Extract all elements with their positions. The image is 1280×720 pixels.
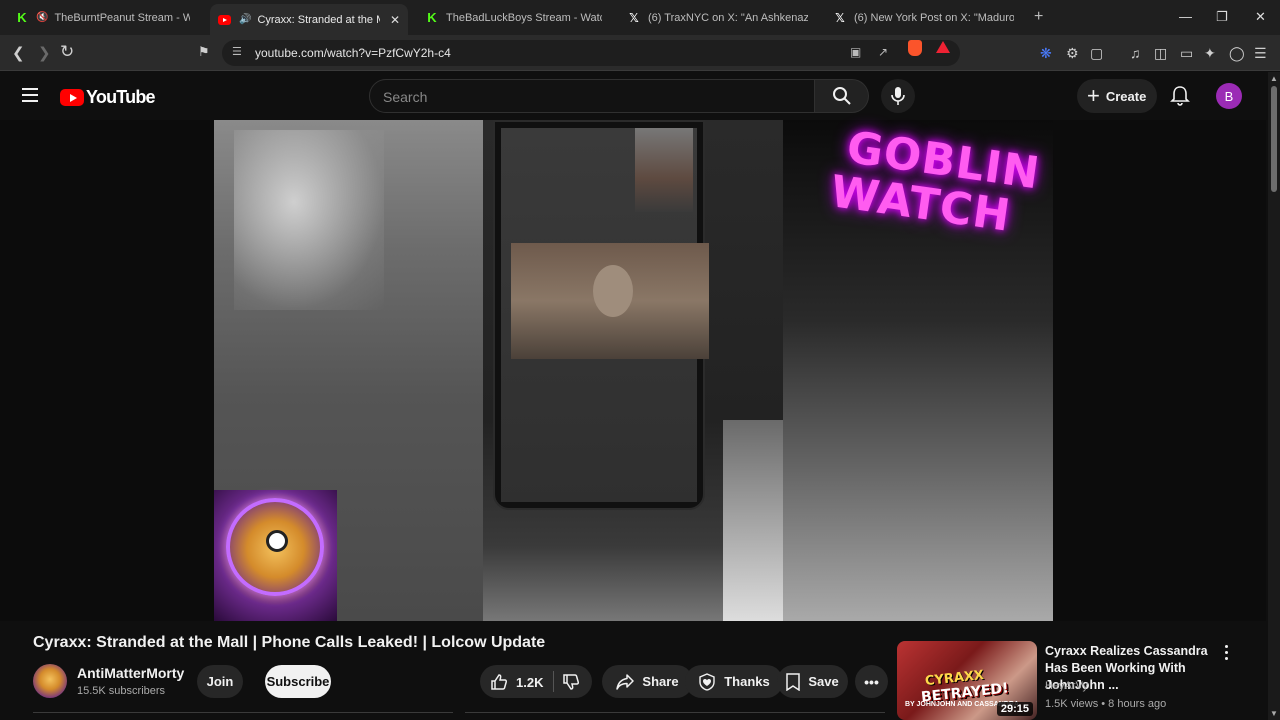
save-bookmark-icon [786, 672, 801, 691]
browser-tab[interactable]: K TheBadLuckBoys Stream - Watch Live [418, 4, 610, 31]
phone-image [493, 120, 709, 510]
search-button[interactable] [815, 79, 869, 113]
close-tab-icon[interactable]: ✕ [390, 13, 400, 27]
share-page-icon[interactable]: ↗ [878, 45, 888, 59]
thanks-heart-icon [699, 672, 715, 691]
thanks-button[interactable]: Thanks [685, 665, 783, 698]
youtube-header: YouTube Search + Create B [0, 72, 1280, 120]
restore-icon[interactable]: ❐ [1216, 9, 1228, 25]
url-text[interactable]: youtube.com/watch?v=PzfCwY2h-c4 [255, 46, 451, 60]
save-button[interactable]: Save [777, 665, 848, 698]
media-icon[interactable]: ♫ [1130, 45, 1141, 61]
scroll-up-icon[interactable]: ▲ [1270, 74, 1278, 83]
recommended-thumbnail[interactable]: CYRAXX BETRAYED! BY JOHNJOHN AND CASSAND… [897, 641, 1037, 720]
forward-icon[interactable]: ❯ [38, 44, 51, 62]
create-button[interactable]: + Create [1077, 79, 1157, 113]
vpn-shield-icon[interactable]: ◯ [1229, 45, 1245, 62]
browser-tab[interactable]: 𝕏 (6) New York Post on X: "Maduro Ope [826, 4, 1022, 31]
like-dislike-group: 1.2K [480, 665, 592, 698]
menu-icon[interactable]: ☰ [1254, 45, 1267, 62]
thumbs-down-icon[interactable] [562, 673, 580, 691]
site-info-icon[interactable]: ☰ [232, 45, 242, 58]
share-button[interactable]: Share [602, 665, 693, 698]
voice-search-button[interactable] [881, 79, 915, 113]
scrollbar-thumb[interactable] [1271, 86, 1277, 192]
leo-ai-icon[interactable]: ✦ [1204, 45, 1216, 62]
channel-avatar[interactable] [33, 664, 67, 698]
notifications-bell-icon[interactable] [1170, 85, 1190, 107]
hamburger-menu-icon[interactable] [22, 88, 38, 106]
browser-toolbar: ❮ ❯ ↻ ⚑ ☰ youtube.com/watch?v=PzfCwY2h-c… [0, 35, 1280, 71]
video-title: Cyraxx: Stranded at the Mall | Phone Cal… [33, 634, 546, 651]
avatar-initial: B [1224, 88, 1234, 104]
more-vertical-icon[interactable] [1225, 645, 1229, 663]
x-icon: 𝕏 [629, 10, 639, 25]
video-duration: 29:15 [996, 702, 1033, 716]
join-button[interactable]: Join [197, 665, 243, 698]
account-avatar[interactable]: B [1216, 83, 1242, 109]
sidebar-icon[interactable]: ◫ [1154, 45, 1167, 62]
browser-tab-active[interactable]: 🔊 Cyraxx: Stranded at the Mall | ✕ [210, 4, 408, 35]
extensions-icon[interactable]: ⚙ [1066, 45, 1079, 62]
youtube-logo-text: YouTube [86, 87, 156, 107]
reload-icon[interactable]: ↻ [60, 42, 74, 62]
more-horizontal-icon: ••• [864, 673, 879, 690]
video-call-thumbnail [635, 128, 693, 212]
goblin-watch-overlay: GOBLIN WATCH [827, 121, 1044, 242]
tab-title: TheBadLuckBoys Stream - Watch Live [446, 11, 602, 24]
bookmark-icon[interactable]: ⚑ [198, 44, 210, 60]
search-icon [832, 87, 851, 105]
thumbs-up-icon [491, 674, 508, 690]
search-input[interactable]: Search [369, 79, 815, 113]
kick-icon: K [17, 10, 27, 25]
like-button[interactable]: 1.2K [490, 673, 543, 691]
subscriber-count: 15.5K subscribers [77, 685, 166, 697]
subscribe-button[interactable]: Subscribe [265, 665, 331, 698]
address-bar[interactable]: ☰ youtube.com/watch?v=PzfCwY2h-c4 ▣ ↗ [222, 40, 960, 66]
vpn-icon[interactable]: ❋ [1040, 45, 1052, 62]
screenshot-icon[interactable]: ▢ [1090, 45, 1103, 62]
wallet-icon[interactable]: ▭ [1180, 45, 1193, 62]
tab-title: (6) New York Post on X: "Maduro Ope [854, 11, 1014, 24]
search-placeholder: Search [383, 89, 428, 105]
x-icon: 𝕏 [835, 10, 845, 25]
channel-name[interactable]: AntiMatterMorty [77, 665, 184, 681]
youtube-play-icon [60, 89, 84, 106]
more-actions-button[interactable]: ••• [855, 665, 888, 698]
brave-rewards-icon[interactable] [936, 41, 950, 53]
tab-title: Cyraxx: Stranded at the Mall | [257, 13, 379, 26]
back-icon[interactable]: ❮ [12, 44, 25, 62]
new-tab-icon[interactable]: + [1034, 8, 1043, 26]
brave-shields-icon[interactable] [908, 40, 922, 56]
recommended-meta: 1.5K views • 8 hours ago [1045, 698, 1167, 710]
youtube-icon [218, 14, 231, 25]
browser-tab[interactable]: 𝕏 (6) TraxNYC on X: "An Ashkenazi less [620, 4, 816, 31]
video-call-main [511, 243, 709, 359]
audio-playing-icon[interactable]: 🔊 [239, 14, 251, 25]
channel-watermark[interactable] [214, 490, 337, 621]
close-window-icon[interactable]: ✕ [1255, 9, 1266, 25]
plus-icon: + [1087, 83, 1100, 108]
scroll-down-icon[interactable]: ▼ [1270, 709, 1278, 718]
create-label: Create [1105, 88, 1147, 104]
recommended-video[interactable]: CYRAXX BETRAYED! BY JOHNJOHN AND CASSAND… [897, 641, 1242, 720]
microphone-icon [891, 87, 905, 105]
video-blur-panel-right: GOBLIN WATCH [783, 120, 1053, 621]
video-player[interactable]: GOBLIN WATCH [0, 120, 1266, 621]
kick-icon: K [427, 10, 437, 25]
browser-tab-bar: K 🔇 TheBurntPeanut Stream - Watch 🔊 Cyra… [0, 0, 1280, 35]
browser-tab[interactable]: K 🔇 TheBurntPeanut Stream - Watch [8, 4, 198, 31]
cast-icon[interactable]: ▣ [850, 45, 861, 59]
like-count: 1.2K [516, 674, 544, 690]
video-center-panel [483, 120, 783, 621]
muted-icon[interactable]: 🔇 [36, 12, 48, 23]
minimize-icon[interactable]: — [1179, 9, 1192, 24]
tab-title: TheBurntPeanut Stream - Watch [54, 11, 190, 24]
recommended-channel[interactable]: HeyArVy [1045, 680, 1088, 692]
youtube-logo[interactable]: YouTube [60, 87, 156, 108]
page-scrollbar[interactable]: ▲ ▼ [1268, 72, 1280, 720]
share-icon [616, 673, 635, 690]
tab-title: (6) TraxNYC on X: "An Ashkenazi less [648, 11, 808, 24]
